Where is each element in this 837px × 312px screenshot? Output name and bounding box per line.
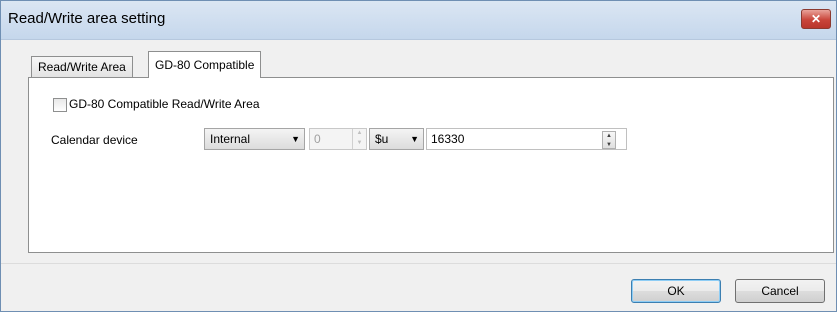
device-number-value: 0 [314, 132, 321, 146]
device-prefix-select[interactable]: $u ▼ [369, 128, 424, 150]
address-value: 16330 [431, 132, 465, 146]
ok-label: OK [667, 284, 685, 298]
close-icon: ✕ [810, 12, 822, 26]
device-prefix-value: $u [375, 132, 389, 146]
ok-button[interactable]: OK [631, 279, 721, 303]
chevron-down-icon: ▼ [410, 134, 419, 144]
chevron-down-icon: ▼ [291, 134, 300, 144]
dialog-window: Read/Write area setting ✕ Read/Write Are… [0, 0, 837, 312]
tab-read-write-area[interactable]: Read/Write Area [31, 56, 133, 77]
spin-down-icon[interactable]: ▼ [603, 141, 615, 150]
address-input[interactable]: 16330 ▲ ▼ [426, 128, 627, 150]
dialog-title: Read/Write area setting [8, 10, 166, 27]
close-button[interactable]: ✕ [801, 9, 831, 29]
calendar-device-label: Calendar device [51, 133, 138, 147]
title-bar[interactable]: Read/Write area setting ✕ [1, 1, 836, 40]
gd80-compatible-checkbox[interactable] [53, 98, 67, 112]
spin-up-icon: ▲ [356, 130, 363, 136]
spin-up-icon[interactable]: ▲ [603, 132, 615, 141]
checkbox-label[interactable]: GD-80 Compatible Read/Write Area [69, 97, 260, 111]
tab-gd80-compatible[interactable]: GD-80 Compatible [148, 51, 262, 78]
tab-label: Read/Write Area [38, 60, 126, 74]
device-type-select[interactable]: Internal ▼ [204, 128, 305, 150]
address-spin-buttons[interactable]: ▲ ▼ [602, 131, 616, 149]
spin-buttons: ▲ ▼ [352, 129, 366, 149]
cancel-label: Cancel [761, 284, 799, 298]
tab-label: GD-80 Compatible [155, 58, 255, 72]
device-type-value: Internal [210, 132, 251, 146]
spin-down-icon: ▼ [356, 140, 363, 146]
cancel-button[interactable]: Cancel [735, 279, 825, 303]
device-number-stepper: 0 ▲ ▼ [309, 128, 367, 150]
divider [1, 263, 836, 264]
